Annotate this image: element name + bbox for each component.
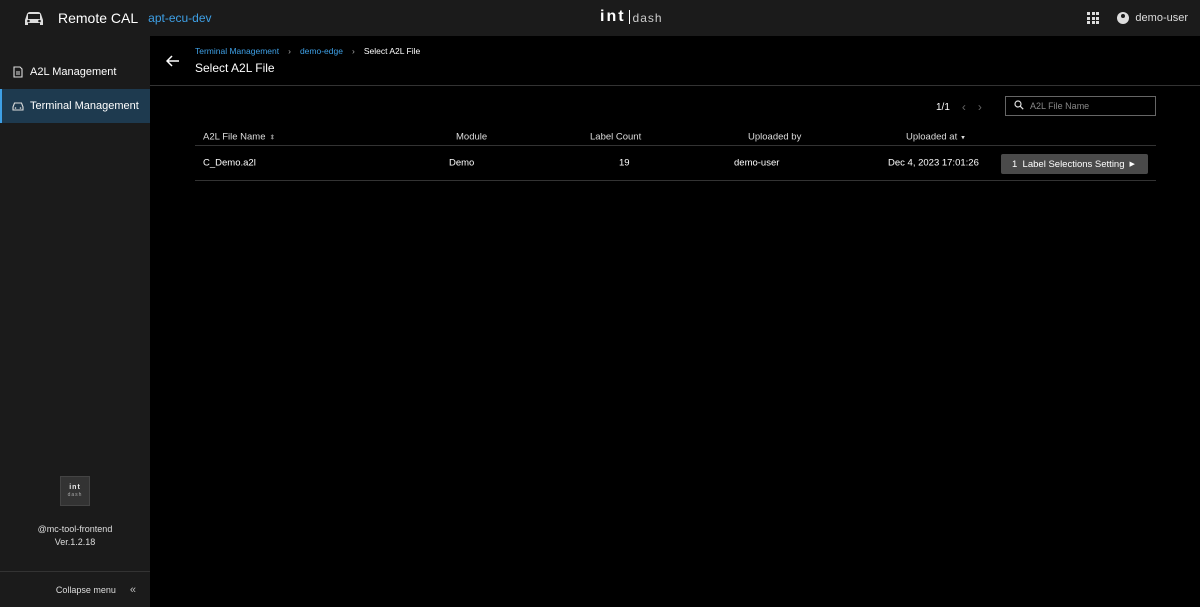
sidebar-item-label: A2L Management bbox=[30, 66, 117, 78]
version-label: Ver.1.2.18 bbox=[54, 537, 96, 547]
chevron-left-icon[interactable]: ‹ bbox=[962, 100, 966, 114]
logo-text-int: int bbox=[69, 484, 81, 491]
column-label: A2L File Name bbox=[203, 131, 266, 142]
search-icon bbox=[1014, 97, 1024, 115]
column-header-uploaded-at[interactable]: Uploaded at ▾ bbox=[906, 131, 965, 142]
column-header-module: Module bbox=[456, 131, 488, 142]
collapse-menu-button[interactable]: Collapse menu « bbox=[0, 571, 150, 607]
arrow-back-icon[interactable] bbox=[165, 54, 180, 72]
module-cell: Demo bbox=[449, 157, 475, 169]
sidebar-item-label: Terminal Management bbox=[30, 100, 139, 112]
label-count-cell: 19 bbox=[619, 157, 630, 169]
search-input[interactable] bbox=[1030, 101, 1150, 111]
breadcrumb-terminal-management[interactable]: Terminal Management bbox=[195, 46, 279, 56]
apps-grid-icon[interactable] bbox=[1087, 12, 1100, 24]
account-circle-icon[interactable] bbox=[1117, 12, 1130, 24]
table-header: A2L File Name ⬍ Module Label Count Upload… bbox=[195, 128, 1156, 146]
sidebar-footer: int dash @mc-tool-frontend Ver.1.2.18 bbox=[0, 476, 150, 549]
uploaded-by-cell: demo-user bbox=[734, 157, 780, 169]
app-title: Remote CAL bbox=[58, 10, 139, 26]
pagination: 1/1 ‹ › bbox=[936, 100, 982, 114]
sidebar-item-terminal-management[interactable]: Terminal Management bbox=[0, 89, 150, 123]
chevron-right-icon: › bbox=[351, 46, 355, 56]
caret-right-icon: ▶ bbox=[1129, 161, 1135, 168]
brand-logo: int dash bbox=[600, 8, 663, 26]
uploaded-at-cell: Dec 4, 2023 17:01:26 bbox=[888, 157, 979, 169]
column-header-uploaded-by: Uploaded by bbox=[748, 131, 802, 142]
breadcrumb-demo-edge[interactable]: demo-edge bbox=[300, 46, 343, 56]
page-indicator: 1/1 bbox=[936, 101, 950, 113]
chevron-right-icon: › bbox=[288, 46, 291, 56]
main-content: Terminal Management › demo-edge › Select… bbox=[150, 36, 1200, 607]
table-row[interactable]: C_Demo.a2l Demo 19 demo-user Dec 4, 2023… bbox=[195, 146, 1156, 181]
column-label: Uploaded at bbox=[906, 131, 958, 142]
divider bbox=[150, 85, 1200, 86]
a2l-file-table: A2L File Name ⬍ Module Label Count Upload… bbox=[195, 128, 1156, 181]
breadcrumb-current: Select A2L File bbox=[363, 46, 421, 56]
column-header-label-count: Label Count bbox=[590, 131, 642, 142]
sort-descending-icon[interactable]: ▾ bbox=[961, 134, 965, 141]
sort-icon[interactable]: ⬍ bbox=[269, 134, 275, 141]
column-header-a2l-file-name[interactable]: A2L File Name ⬍ bbox=[203, 131, 275, 142]
user-name[interactable]: demo-user bbox=[1135, 12, 1188, 24]
logo-text-dash: dash bbox=[67, 492, 83, 498]
double-chevron-left-icon: « bbox=[129, 583, 136, 596]
project-name[interactable]: apt-ecu-dev bbox=[148, 11, 211, 25]
page-title: Select A2L File bbox=[195, 61, 275, 75]
brand-logo-dash: dash bbox=[632, 11, 663, 25]
button-label: 1 Label Selections Setting bbox=[1012, 158, 1125, 170]
sidebar: A2L Management Terminal Management int d… bbox=[0, 36, 150, 607]
intdash-logo: int dash bbox=[60, 476, 90, 506]
top-bar: Remote CAL apt-ecu-dev int dash demo-use… bbox=[0, 0, 1200, 36]
car-icon bbox=[12, 100, 24, 112]
package-name: @mc-tool-frontend bbox=[37, 524, 113, 534]
search-box[interactable] bbox=[1005, 96, 1156, 116]
breadcrumb: Terminal Management › demo-edge › Select… bbox=[195, 46, 420, 56]
sidebar-item-a2l-management[interactable]: A2L Management bbox=[0, 55, 150, 89]
car-icon bbox=[22, 8, 48, 28]
document-icon bbox=[12, 66, 24, 78]
brand-separator bbox=[628, 10, 630, 24]
collapse-menu-label: Collapse menu bbox=[55, 584, 116, 595]
file-name-cell: C_Demo.a2l bbox=[203, 157, 256, 169]
label-selections-setting-button[interactable]: 1 Label Selections Setting ▶ bbox=[1001, 154, 1148, 174]
brand-logo-int: int bbox=[600, 8, 626, 25]
chevron-right-icon[interactable]: › bbox=[978, 100, 982, 114]
